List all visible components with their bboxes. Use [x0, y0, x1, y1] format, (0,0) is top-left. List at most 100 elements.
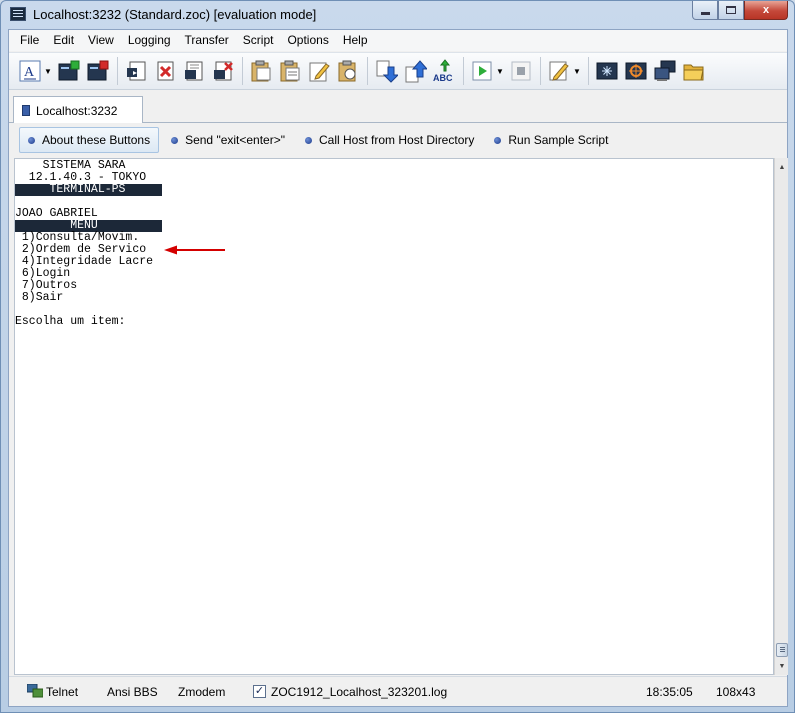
- font-icon: A: [19, 60, 41, 82]
- target-icon: [625, 62, 647, 80]
- host-directory-button[interactable]: [181, 58, 207, 84]
- font-button[interactable]: A: [17, 58, 43, 84]
- host-delete-button[interactable]: [210, 58, 236, 84]
- network-icon: [27, 684, 43, 698]
- clipboard-view-icon: [338, 60, 356, 82]
- menu-logging[interactable]: Logging: [121, 30, 178, 51]
- host-open-icon: [127, 61, 146, 81]
- toolbar: A ▼ ABC ▼ ▼: [9, 52, 787, 90]
- terminal-line: Escolha um item:: [15, 315, 126, 328]
- call-host-button[interactable]: Call Host from Host Directory: [297, 127, 482, 153]
- open-folder-button[interactable]: [681, 58, 707, 84]
- clipboard-edit-icon: [309, 62, 330, 82]
- bullet-icon: [494, 136, 502, 144]
- maximize-icon: [726, 6, 736, 14]
- bullet-icon: [171, 136, 179, 144]
- terminal-line-inverse: TERMINAL-PS: [15, 184, 162, 196]
- status-protocol[interactable]: Telnet: [46, 685, 78, 699]
- run-sample-script-label: Run Sample Script: [508, 133, 609, 147]
- sparkle-terminal-icon: [596, 62, 618, 80]
- menu-file[interactable]: File: [13, 30, 46, 51]
- call-host-label: Call Host from Host Directory: [319, 133, 475, 147]
- host-directory-icon: [185, 61, 203, 81]
- app-window: Localhost:3232 (Standard.zoc) [evaluatio…: [0, 0, 795, 713]
- menu-script[interactable]: Script: [236, 30, 281, 51]
- user-button-bar: About these Buttons Send "exit<enter>" C…: [9, 123, 787, 157]
- new-session-button[interactable]: [56, 58, 82, 84]
- menu-edit[interactable]: Edit: [46, 30, 81, 51]
- session-profile-button[interactable]: [594, 58, 620, 84]
- menu-transfer[interactable]: Transfer: [178, 30, 236, 51]
- menu-options[interactable]: Options: [280, 30, 335, 51]
- session-icon: [22, 105, 30, 116]
- edit-script-button[interactable]: [546, 58, 572, 84]
- connect-host-button[interactable]: [123, 58, 149, 84]
- edit-clipboard-button[interactable]: [306, 58, 332, 84]
- toolbar-separator: [540, 57, 541, 85]
- font-dropdown-icon[interactable]: ▼: [44, 58, 52, 84]
- upload-button[interactable]: [402, 58, 428, 84]
- disconnect-button[interactable]: [85, 58, 111, 84]
- about-buttons-label: About these Buttons: [42, 133, 151, 147]
- annotation-arrow-icon: [164, 245, 225, 255]
- translate-button[interactable]: ABC: [431, 58, 457, 84]
- status-transfer[interactable]: Zmodem: [178, 685, 225, 699]
- session-tab-row: Localhost:3232: [9, 91, 787, 124]
- paste-special-button[interactable]: [277, 58, 303, 84]
- paste-button[interactable]: [248, 58, 274, 84]
- toolbar-separator: [367, 57, 368, 85]
- run-sample-script-button[interactable]: Run Sample Script: [486, 127, 616, 153]
- toolbar-separator: [242, 57, 243, 85]
- delete-button[interactable]: [152, 58, 178, 84]
- send-exit-button[interactable]: Send "exit<enter>": [163, 127, 293, 153]
- menu-bar: File Edit View Logging Transfer Script O…: [9, 30, 787, 51]
- multi-window-button[interactable]: [652, 58, 678, 84]
- toolbar-separator: [117, 57, 118, 85]
- run-script-dropdown-icon[interactable]: ▼: [496, 58, 504, 84]
- play-icon: [472, 61, 492, 81]
- run-script-button[interactable]: [469, 58, 495, 84]
- clipboard-icon: [251, 60, 271, 82]
- download-button[interactable]: [373, 58, 399, 84]
- window-controls: x: [692, 1, 788, 21]
- window-title: Localhost:3232 (Standard.zoc) [evaluatio…: [33, 7, 317, 22]
- close-button[interactable]: x: [744, 1, 788, 20]
- status-bar: Telnet Ansi BBS Zmodem ✓ ZOC1912_Localho…: [9, 676, 787, 706]
- new-session-icon: [58, 60, 80, 81]
- svg-text:ABC: ABC: [433, 73, 453, 83]
- about-buttons-button[interactable]: About these Buttons: [19, 127, 160, 153]
- tab-label: Localhost:3232: [36, 103, 118, 118]
- pencil-icon: [549, 61, 569, 81]
- menu-help[interactable]: Help: [336, 30, 375, 51]
- toolbar-separator: [588, 57, 589, 85]
- scrollbar-thumb[interactable]: [776, 643, 788, 657]
- clipboard-text-icon: [280, 60, 300, 82]
- stop-icon: [511, 61, 531, 81]
- clipboard-view-button[interactable]: [335, 58, 361, 84]
- scroll-up-icon[interactable]: ▲: [776, 160, 788, 174]
- vertical-scrollbar[interactable]: ▲ ▼: [774, 158, 788, 675]
- terminal-screen[interactable]: SISTEMA SARA 12.1.40.3 - TOKYO TERMINAL-…: [14, 158, 774, 675]
- host-delete-icon: [214, 61, 233, 81]
- abc-upload-icon: ABC: [433, 59, 453, 83]
- stop-script-button[interactable]: [508, 58, 534, 84]
- maximize-button[interactable]: [718, 1, 744, 20]
- status-emulation[interactable]: Ansi BBS: [107, 685, 158, 699]
- scroll-down-icon[interactable]: ▼: [776, 659, 788, 673]
- minimize-button[interactable]: [692, 1, 718, 20]
- bullet-icon: [305, 136, 312, 144]
- tab-localhost[interactable]: Localhost:3232: [13, 96, 143, 124]
- close-icon: x: [762, 4, 770, 16]
- status-log-file[interactable]: ZOC1912_Localhost_323201.log: [271, 685, 447, 699]
- folder-icon: [683, 64, 704, 81]
- disconnect-icon: [87, 60, 109, 81]
- toolbar-separator: [463, 57, 464, 85]
- log-checkbox[interactable]: ✓: [253, 685, 266, 698]
- options-button[interactable]: [623, 58, 649, 84]
- title-bar[interactable]: Localhost:3232 (Standard.zoc) [evaluatio…: [1, 1, 794, 29]
- menu-view[interactable]: View: [81, 30, 121, 51]
- windows-icon: [654, 60, 676, 81]
- edit-script-dropdown-icon[interactable]: ▼: [573, 58, 581, 84]
- download-icon: [376, 60, 398, 83]
- terminal-line: 8)Sair: [15, 291, 64, 304]
